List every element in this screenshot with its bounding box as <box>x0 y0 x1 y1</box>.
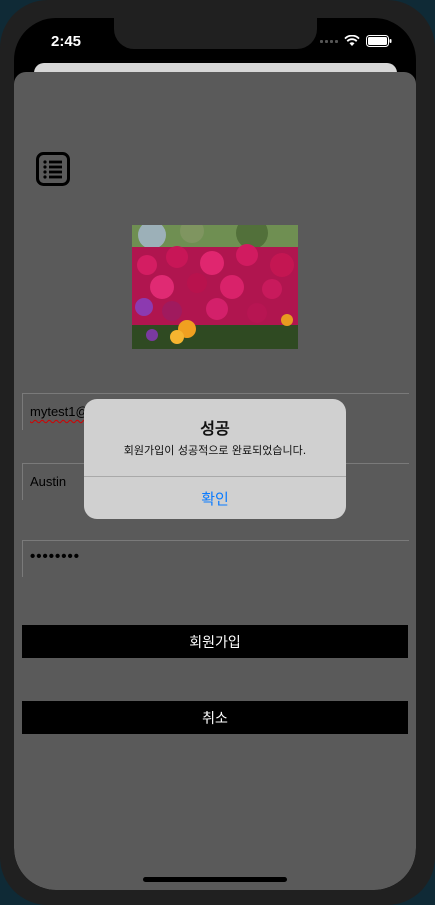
list-menu-icon[interactable] <box>36 152 70 186</box>
success-alert: 성공 회원가입이 성공적으로 완료되었습니다. 확인 <box>84 399 346 519</box>
status-icons <box>320 35 392 47</box>
home-indicator <box>143 877 287 882</box>
wifi-icon <box>344 35 360 46</box>
flower-photo <box>132 225 298 349</box>
password-field-value: •••••••• <box>30 548 81 565</box>
password-field[interactable]: •••••••• <box>22 540 409 577</box>
name-field-value: Austin <box>30 474 67 489</box>
signup-button[interactable]: 회원가입 <box>22 625 408 658</box>
cellular-signal-icon <box>320 39 338 43</box>
status-time: 2:45 <box>51 33 82 50</box>
phone-screen: 2:45 mytest1@ Austin •••••••• 회원가입 취소 성공… <box>14 18 416 890</box>
device-notch <box>114 18 317 49</box>
cancel-button[interactable]: 취소 <box>22 701 408 734</box>
battery-icon <box>366 35 392 47</box>
alert-message: 회원가입이 성공적으로 완료되었습니다. <box>123 444 307 457</box>
device-frame: 2:45 mytest1@ Austin •••••••• 회원가입 취소 성공… <box>0 0 435 905</box>
alert-confirm-button[interactable]: 확인 <box>84 477 346 519</box>
email-field-value: mytest1@ <box>30 404 89 419</box>
alert-title: 성공 <box>200 419 230 438</box>
